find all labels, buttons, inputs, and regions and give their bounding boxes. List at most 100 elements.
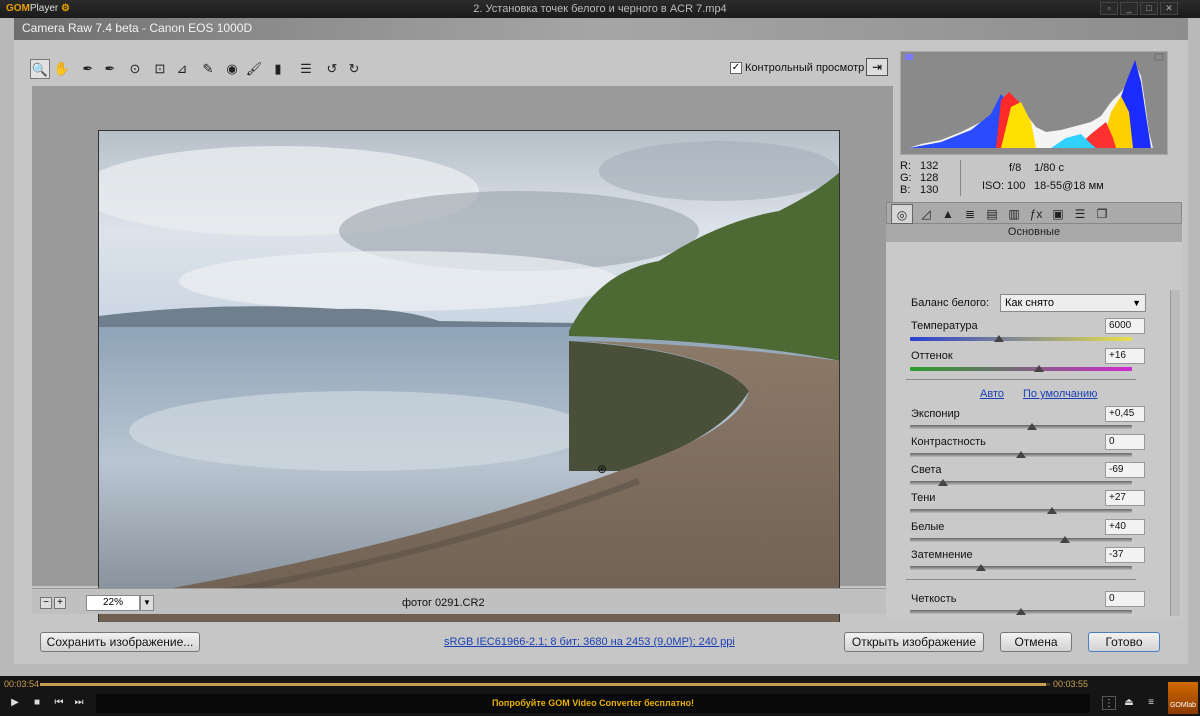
tab-camera-calibration-icon[interactable]: ▣: [1047, 204, 1069, 224]
tab-tone-curve-icon[interactable]: ◿: [915, 204, 937, 224]
tab-basic-icon[interactable]: ◎: [891, 204, 913, 224]
tab-hsl-icon[interactable]: ≣: [959, 204, 981, 224]
tab-effects-icon[interactable]: ƒx: [1025, 204, 1047, 224]
tab-presets-icon[interactable]: ☰: [1069, 204, 1091, 224]
menu-icon[interactable]: ≡: [1144, 696, 1158, 710]
straighten-icon[interactable]: ⊿: [172, 59, 192, 79]
slider-value-field[interactable]: 0: [1105, 434, 1145, 450]
tab-snapshots-icon[interactable]: ❐: [1091, 204, 1113, 224]
dialog-footer: Сохранить изображение... sRGB IEC61966-2…: [14, 622, 1188, 664]
image-canvas: ⊕: [32, 86, 893, 624]
rotate-cw-icon[interactable]: ↻: [344, 59, 364, 79]
preview-checkbox[interactable]: ✓: [730, 62, 742, 74]
workflow-options-link[interactable]: sRGB IEC61966-2.1; 8 бит; 3680 на 2453 (…: [444, 636, 735, 648]
total-time: 00:03:55: [1053, 679, 1089, 689]
rotate-ccw-icon[interactable]: ↺: [322, 59, 342, 79]
slider-track[interactable]: [910, 425, 1132, 429]
slider-value-field[interactable]: -69: [1105, 462, 1145, 478]
spot-removal-icon[interactable]: ✎: [198, 59, 218, 79]
slider-track[interactable]: [910, 337, 1132, 341]
histogram-graph: [901, 52, 1167, 154]
photo-preview[interactable]: ⊕: [98, 130, 840, 624]
slider-value-field[interactable]: +27: [1105, 490, 1145, 506]
panel-tabs: ◎ ◿ ▲ ≣ ▤ ▥ ƒx ▣ ☰ ❐: [886, 202, 1182, 224]
maximize-button[interactable]: □: [1140, 2, 1158, 15]
play-icon[interactable]: ▶: [8, 696, 22, 710]
slider-thumb[interactable]: [1016, 608, 1026, 615]
done-button[interactable]: Готово: [1088, 632, 1160, 652]
slider-track[interactable]: [910, 538, 1132, 542]
slider-thumb[interactable]: [1047, 507, 1058, 514]
zoom-level[interactable]: 22%: [86, 595, 140, 611]
slider-value-field[interactable]: -37: [1105, 547, 1145, 563]
crop-icon[interactable]: ⊡: [150, 59, 170, 79]
slider-thumb[interactable]: [993, 335, 1004, 342]
red-eye-icon[interactable]: ◉: [222, 59, 242, 79]
close-button[interactable]: ✕: [1160, 2, 1178, 15]
prev-icon[interactable]: ⏮: [52, 696, 66, 710]
slider-label: Экспонир: [911, 408, 960, 420]
minimize-button[interactable]: _: [1120, 2, 1138, 15]
tab-detail-icon[interactable]: ▲: [937, 204, 959, 224]
r-label: R:: [900, 160, 911, 172]
lens-info: 18-55@18 мм: [1034, 180, 1104, 192]
color-sampler-icon[interactable]: ✒: [100, 59, 120, 79]
hand-icon[interactable]: ✋: [52, 59, 72, 79]
seek-progress: [40, 683, 1046, 686]
pin-button[interactable]: ▫: [1100, 2, 1118, 15]
seek-bar[interactable]: [40, 683, 1050, 686]
eject-icon[interactable]: ⏏: [1122, 696, 1136, 710]
slider-thumb[interactable]: [976, 564, 987, 571]
zoom-icon[interactable]: 🔍: [30, 59, 50, 79]
slider-value-field[interactable]: +16: [1105, 348, 1145, 364]
white-balance-select[interactable]: Как снято ▼: [1000, 294, 1146, 312]
fullscreen-button[interactable]: ⇥: [866, 58, 888, 76]
gomlab-button[interactable]: GOMlab: [1168, 682, 1198, 714]
slider-thumb[interactable]: [1016, 451, 1026, 458]
promo-banner[interactable]: Попробуйте GOM Video Converter бесплатно…: [96, 694, 1090, 713]
save-image-button[interactable]: Сохранить изображение...: [40, 632, 200, 652]
slider-value-field[interactable]: +0,45: [1105, 406, 1145, 422]
readout-divider: [960, 160, 961, 196]
tab-lens-icon[interactable]: ▥: [1003, 204, 1025, 224]
r-value: 132: [920, 160, 939, 172]
slider-label: Оттенок: [911, 350, 953, 362]
white-balance-label: Баланс белого:: [911, 297, 990, 309]
slider-thumb[interactable]: [938, 479, 949, 486]
zoom-dropdown-icon[interactable]: ▼: [140, 595, 154, 611]
slider-track[interactable]: [910, 509, 1132, 513]
graduated-filter-icon[interactable]: ▮: [268, 59, 288, 79]
slider-value-field[interactable]: +40: [1105, 519, 1145, 535]
slider-thumb[interactable]: [1027, 423, 1038, 430]
default-link[interactable]: По умолчанию: [1023, 388, 1097, 400]
slider-thumb[interactable]: [1060, 536, 1071, 543]
auto-link[interactable]: Авто: [980, 388, 1004, 400]
target-adjust-icon[interactable]: ⊙: [125, 59, 145, 79]
svg-text:⊕: ⊕: [597, 462, 607, 476]
divider: [906, 579, 1136, 580]
playlist-icon[interactable]: ⋮: [1102, 696, 1116, 710]
zoom-out-button[interactable]: −: [40, 597, 52, 609]
player-controls: 00:03:54 00:03:55 ▶ ■ ⏮ ⏭ Попробуйте GOM…: [0, 676, 1200, 716]
histogram: [900, 51, 1168, 155]
slider-track[interactable]: [910, 566, 1132, 570]
slider-value-field[interactable]: 6000: [1105, 318, 1145, 334]
file-name: фотог 0291.CR2: [402, 597, 485, 609]
preferences-icon[interactable]: ☰: [296, 59, 316, 79]
white-balance-icon[interactable]: ✒: [78, 59, 98, 79]
b-label: B:: [900, 184, 911, 196]
slider-thumb[interactable]: [1033, 365, 1044, 372]
zoom-in-button[interactable]: +: [54, 597, 66, 609]
panel-scrollbar[interactable]: [1170, 290, 1180, 616]
slider-value-field[interactable]: 0: [1105, 591, 1145, 607]
brush-icon[interactable]: 🖌: [244, 59, 264, 79]
slider-label: Контрастность: [911, 436, 986, 448]
slider-track[interactable]: [910, 367, 1132, 371]
stop-icon[interactable]: ■: [30, 696, 44, 710]
g-value: 128: [920, 172, 939, 184]
cancel-button[interactable]: Отмена: [1000, 632, 1072, 652]
tab-split-toning-icon[interactable]: ▤: [981, 204, 1003, 224]
color-readout: R: 132 G: 128 B: 130 f/8 1/80 с ISO: 100…: [900, 160, 1180, 200]
next-icon[interactable]: ⏭: [72, 696, 86, 710]
open-image-button[interactable]: Открыть изображение: [844, 632, 984, 652]
